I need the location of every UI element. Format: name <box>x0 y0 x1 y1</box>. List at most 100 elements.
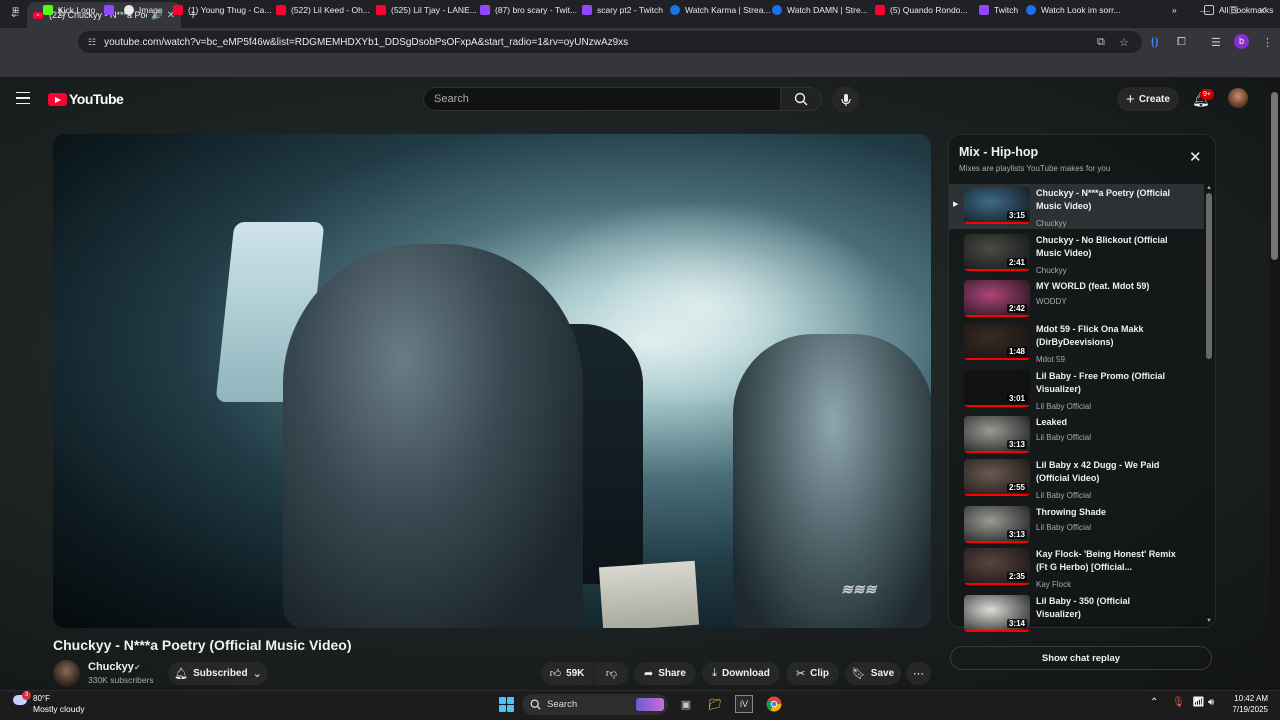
playlist-thumbnail[interactable]: 2:55 <box>964 459 1030 496</box>
microphone-icon <box>840 93 851 106</box>
playlist-item-title[interactable]: MY WORLD (feat. Mdot 59) <box>1036 280 1176 293</box>
clip-button[interactable]: ✂ Clip <box>786 662 839 685</box>
playlist-item-title[interactable]: Lil Baby - Free Promo (Official Visualiz… <box>1036 370 1176 396</box>
media-app-icon[interactable]: iV <box>735 695 753 713</box>
show-hidden-icons-chevron-icon[interactable]: ⌃ <box>1150 697 1158 708</box>
stream-site-icon <box>772 5 782 15</box>
playlist-item-title[interactable]: Mdot 59 - Flick Ona Makk (DirByDeevision… <box>1036 323 1176 349</box>
chrome-taskbar-icon[interactable] <box>765 695 783 713</box>
playlist-item[interactable]: 1:48 Mdot 59 - Flick Ona Makk (DirByDeevi… <box>949 320 1204 365</box>
bookmark-item[interactable]: (525) Lil Tjay - LANE... <box>376 5 477 15</box>
video-duration: 2:42 <box>1006 304 1027 313</box>
apps-grid-icon[interactable]: ⊞ <box>12 5 19 16</box>
playlist-thumbnail[interactable]: 2:35 <box>964 548 1030 585</box>
youtube-logo-icon[interactable] <box>48 93 67 106</box>
all-bookmarks-folder[interactable]: All Bookmarks <box>1204 5 1273 15</box>
playlist-thumbnail[interactable]: 1:48 <box>964 323 1030 360</box>
playlist-item[interactable]: 3:01 Lil Baby - Free Promo (Official Visu… <box>949 367 1204 412</box>
scroll-up-arrow-icon[interactable]: ▲ <box>1206 185 1212 191</box>
playlist-item-title[interactable]: Kay Flock- 'Being Honest' Remix (Ft G He… <box>1036 548 1176 574</box>
more-bookmarks-icon[interactable]: » <box>1172 5 1177 15</box>
bookmark-item[interactable]: Kick Logo <box>43 5 95 15</box>
clock-time[interactable]: 10:42 AM <box>1234 694 1268 703</box>
playlist-thumbnail[interactable]: 2:41 <box>964 234 1030 271</box>
bookmark-item[interactable]: scary pt2 - Twitch <box>582 5 663 15</box>
like-button[interactable]: 👍︎ 59K <box>541 662 593 685</box>
search-button[interactable] <box>780 87 822 111</box>
file-explorer-icon[interactable]: 📁︎ <box>706 695 724 713</box>
share-button[interactable]: ➦ Share <box>634 662 696 685</box>
page-scrollbar-thumb[interactable] <box>1271 92 1278 260</box>
microphone-in-use-icon[interactable]: 🎙︎ <box>1172 697 1185 708</box>
youtube-logo[interactable]: YouTube <box>69 91 124 107</box>
task-view-icon[interactable]: ▣ <box>677 695 695 713</box>
address-bar[interactable]: ☷ youtube.com/watch?v=bc_eMP5f46w&list=R… <box>78 31 1142 53</box>
bookmark-item[interactable] <box>104 5 119 15</box>
bookmark-item[interactable]: Watch Karma | Strea... <box>670 5 771 15</box>
extensions-puzzle-icon[interactable]: ⧠ <box>1177 36 1186 49</box>
playlist-item[interactable]: ▶ 3:15 Chuckyy - N***a Poetry (Official Mu… <box>949 184 1204 229</box>
bookmark-item[interactable]: Twitch <box>979 5 1018 15</box>
show-chat-replay-button[interactable]: Show chat replay <box>950 646 1212 670</box>
dislike-button[interactable]: 👎︎ <box>594 662 629 685</box>
playlist-thumbnail[interactable]: 3:01 <box>964 370 1030 407</box>
reading-list-icon[interactable]: ☰ <box>1211 36 1221 49</box>
playlist-item[interactable]: 3:13 Throwing Shade Lil Baby Official <box>949 503 1204 548</box>
playlist-item[interactable]: 2:35 Kay Flock- 'Being Honest' Remix (Ft … <box>949 545 1204 590</box>
bookmark-item[interactable]: (87) bro scary - Twit... <box>480 5 577 15</box>
playlist-thumbnail[interactable]: 2:42 <box>964 280 1030 317</box>
account-avatar[interactable] <box>1228 88 1248 108</box>
extension-icon[interactable]: ⦗⦘ <box>1151 36 1158 49</box>
taskbar-search-box[interactable]: Search <box>522 694 668 715</box>
search-icon <box>530 699 541 710</box>
channel-avatar[interactable] <box>53 660 80 687</box>
chrome-menu-icon[interactable]: ⋮ <box>1262 36 1273 49</box>
install-app-icon[interactable]: ⧉ <box>1097 36 1105 49</box>
playlist-item-title[interactable]: Chuckyy - N***a Poetry (Official Music V… <box>1036 187 1176 213</box>
channel-name[interactable]: Chuckyy <box>88 661 134 673</box>
download-button[interactable]: ⤓ Download <box>702 662 780 685</box>
playlist-item[interactable]: 2:41 Chuckyy - No Blickout (Official Musi… <box>949 231 1204 276</box>
save-button[interactable]: 🔖︎ Save <box>845 662 901 685</box>
playlist-thumbnail[interactable]: 3:14 <box>964 595 1030 632</box>
playlist-item[interactable]: 3:13 Leaked Lil Baby Official <box>949 413 1204 458</box>
playlist-thumbnail[interactable]: 3:13 <box>964 506 1030 543</box>
bookmark-item[interactable]: Watch Look im sorr... <box>1026 5 1121 15</box>
subscribed-button[interactable]: 🔔︎ Subscribed ⌄ <box>168 662 268 685</box>
playlist-item-title[interactable]: Lil Baby x 42 Dugg - We Paid (Official V… <box>1036 459 1176 485</box>
scroll-down-arrow-icon[interactable]: ▼ <box>1206 618 1212 624</box>
video-player[interactable]: ≋≋≋ <box>53 134 931 628</box>
bookmark-item[interactable]: Image <box>124 5 163 15</box>
playlist-scrollbar-thumb[interactable] <box>1206 193 1212 359</box>
close-panel-icon[interactable]: ✕ <box>1189 148 1202 166</box>
playlist-item-title[interactable]: Throwing Shade <box>1036 506 1176 519</box>
playlist-title[interactable]: Mix - Hip-hop <box>959 145 1038 159</box>
playlist-item[interactable]: 2:42 MY WORLD (feat. Mdot 59) WODDY <box>949 277 1204 322</box>
create-button[interactable]: + Create <box>1117 87 1179 111</box>
bookmark-item[interactable]: (5) Quando Rondo... <box>875 5 968 15</box>
video-title: Chuckyy - N***a Poetry (Official Music V… <box>53 637 352 653</box>
profile-avatar[interactable]: b <box>1234 34 1249 49</box>
search-input[interactable]: Search <box>423 87 781 111</box>
volume-icon[interactable]: 🔊︎ <box>1208 697 1214 708</box>
playlist-item-title[interactable]: Leaked <box>1036 416 1176 429</box>
guide-menu-icon[interactable] <box>16 92 30 104</box>
weather-description[interactable]: Mostly cloudy <box>33 704 85 714</box>
playlist-item-title[interactable]: Lil Baby - 350 (Official Visualizer) <box>1036 595 1176 621</box>
bookmark-star-icon[interactable]: ☆ <box>1119 36 1129 49</box>
clock-date[interactable]: 7/19/2025 <box>1226 705 1268 714</box>
playlist-item[interactable]: 3:14 Lil Baby - 350 (Official Visualizer) <box>949 592 1204 637</box>
bookmark-item[interactable]: Watch DAMN | Stre... <box>772 5 868 15</box>
weather-temperature[interactable]: 80°F <box>33 694 50 703</box>
voice-search-button[interactable] <box>832 86 859 113</box>
start-button-windows-icon[interactable] <box>499 697 514 712</box>
more-actions-button[interactable]: ⋯ <box>906 662 931 685</box>
wifi-icon[interactable]: 📶︎ <box>1192 697 1205 708</box>
playlist-item[interactable]: 2:55 Lil Baby x 42 Dugg - We Paid (Offici… <box>949 456 1204 501</box>
site-info-icon[interactable]: ☷ <box>88 37 96 48</box>
playlist-thumbnail[interactable]: 3:15 <box>964 187 1030 224</box>
bookmark-item[interactable]: (522) Lil Keed - Oh... <box>276 5 370 15</box>
playlist-item-title[interactable]: Chuckyy - No Blickout (Official Music Vi… <box>1036 234 1176 260</box>
bookmark-item[interactable]: (1) Young Thug - Ca... <box>173 5 271 15</box>
playlist-thumbnail[interactable]: 3:13 <box>964 416 1030 453</box>
